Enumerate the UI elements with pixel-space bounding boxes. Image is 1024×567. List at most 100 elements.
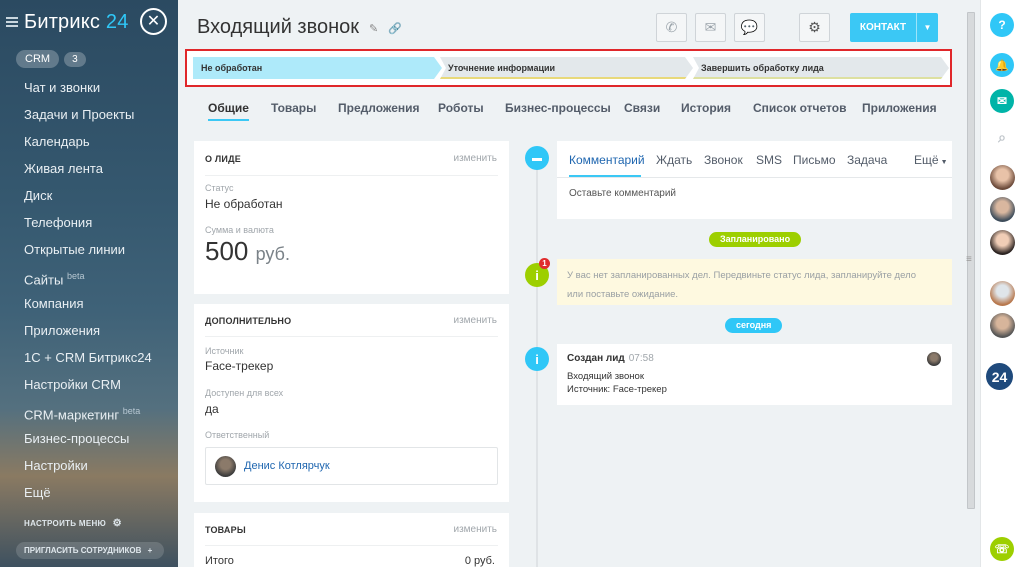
sidebar-item-label: Компания [24,296,84,311]
sidebar-item[interactable]: Настройки [0,452,178,479]
sidebar-item[interactable]: Настройки CRM [0,371,178,398]
menu-icon[interactable] [6,17,18,27]
sidebar-item-crm[interactable]: CRM 3 [0,44,178,74]
tab-reports[interactable]: Список отчетов [753,101,846,115]
sidebar-item-label: Задачи и Проекты [24,107,135,122]
beta-badge: beta [122,406,141,416]
bell-icon[interactable]: 🔔 [990,53,1014,77]
responsible-label: Ответственный [205,430,270,440]
sidebar-item[interactable]: Компания [0,290,178,317]
chat-button[interactable]: 💬 [734,13,765,42]
messenger-icon[interactable]: ✉ [990,89,1014,113]
sum-label: Сумма и валюта [205,225,274,235]
comment-input[interactable]: Оставьте комментарий [569,188,676,199]
tab-apps[interactable]: Приложения [862,101,937,115]
sum-value: 500 руб. [205,236,290,267]
avatar[interactable] [990,281,1015,306]
sidebar-item[interactable]: Бизнес-процессы [0,425,178,452]
close-icon[interactable]: ✕ [140,8,167,35]
stage-not-processed[interactable]: Не обработан [193,57,442,79]
email-button[interactable]: ✉ [695,13,726,42]
sidebar-item[interactable]: Открытые линии [0,236,178,263]
divider [205,545,498,546]
pencil-icon[interactable]: ✎ [369,22,378,35]
logo-text: Битрикс [24,10,101,33]
tab-history[interactable]: История [681,101,731,115]
tab-email[interactable]: Письмо [793,153,836,167]
tab-products[interactable]: Товары [271,101,316,115]
sidebar-item[interactable]: Календарь [0,128,178,155]
avatar[interactable] [990,230,1015,255]
timeline-event[interactable]: Создан лид 07:58 Входящий звонок Источник… [557,344,952,405]
search-icon[interactable]: ⌕ [990,125,1014,149]
edit-link[interactable]: изменить [453,315,497,326]
tab-task[interactable]: Задача [847,153,887,167]
tab-more[interactable]: Ещё ▼ [914,153,948,167]
sidebar-item-label: Ещё [24,485,51,500]
source-label: Источник [205,346,244,356]
settings-button[interactable]: ⚙ [799,13,830,42]
sidebar-item[interactable]: Приложения [0,317,178,344]
tab-relations[interactable]: Связи [624,101,660,115]
bitrix24-icon[interactable]: 24 [986,363,1013,390]
tab-comment[interactable]: Комментарий [569,153,645,167]
stage-clarification[interactable]: Уточнение информации [440,57,693,79]
no-planned-notice: У вас нет запланированных дел. Передвинь… [557,259,952,305]
sidebar-item[interactable]: Диск [0,182,178,209]
avatar[interactable] [990,313,1015,338]
sum-amount: 500 [205,236,249,266]
sidebar-item[interactable]: 1С + CRM Битрикс24 [0,344,178,371]
sidebar-item-label: Живая лента [24,161,103,176]
sidebar-item[interactable]: Сайты beta [0,263,178,290]
sidebar-item[interactable]: Чат и звонки [0,74,178,101]
sidebar-item[interactable]: CRM-маркетинг beta [0,398,178,425]
sidebar-item-label: CRM-маркетинг [24,407,120,423]
sidebar-item-label: Настройки CRM [24,377,121,392]
avatar[interactable] [990,165,1015,190]
responsible-box[interactable]: Денис Котлярчук [205,447,498,485]
stage-finish[interactable]: Завершить обработку лида [693,57,949,79]
edit-link[interactable]: изменить [453,153,497,164]
chevron-down-icon[interactable]: ▼ [916,13,938,42]
sidebar-item-label: Открытые линии [24,242,126,257]
resize-handle-icon[interactable]: ≡ [966,254,972,265]
tab-offers[interactable]: Предложения [338,101,420,115]
sidebar-item[interactable]: Ещё [0,479,178,506]
chat-icon: 💬 [740,19,759,35]
sidebar-item-label: Телефония [24,215,93,230]
link-icon[interactable]: 🔗 [388,22,402,35]
invite-label: ПРИГЛАСИТЬ СОТРУДНИКОВ [24,546,142,555]
comment-icon: ▬ [525,146,549,170]
responsible-name[interactable]: Денис Котлярчук [244,460,330,472]
sidebar-item-label: Диск [24,188,53,203]
status-value: Не обработан [205,197,283,211]
tab-sms[interactable]: SMS [756,153,782,167]
tab-wait[interactable]: Ждать [656,153,692,167]
sidebar-item[interactable]: Телефония [0,209,178,236]
sidebar-item[interactable]: Живая лента [0,155,178,182]
tab-robots[interactable]: Роботы [438,101,484,115]
avatar[interactable] [990,197,1015,222]
divider [557,177,952,178]
avatar [927,352,941,366]
tab-call[interactable]: Звонок [704,153,743,167]
lead-info-card: О ЛИДЕ изменить Статус Не обработан Сумм… [194,141,509,294]
products-card: ТОВАРЫ изменить Итого 0 руб. [194,513,509,567]
sidebar-item-label: Приложения [24,323,101,338]
tab-business-processes[interactable]: Бизнес-процессы [505,101,611,115]
sidebar-item[interactable]: Задачи и Проекты [0,101,178,128]
event-time: 07:58 [628,353,654,364]
additional-card: ДОПОЛНИТЕЛЬНО изменить Источник Face-тре… [194,304,509,502]
contact-button[interactable]: КОНТАКТ ▼ [850,13,938,42]
logo[interactable]: Битрикс 24 [24,11,129,34]
total-label: Итого [205,555,234,567]
help-icon[interactable]: ? [990,13,1014,37]
configure-menu-link[interactable]: НАСТРОИТЬ МЕНЮ ⚙ [0,514,178,534]
source-value: Face-трекер [205,359,274,373]
tab-general[interactable]: Общие [208,101,249,121]
call-button[interactable]: ✆ [656,13,687,42]
status-label: Статус [205,183,234,193]
phone-icon[interactable]: ☏ [990,537,1014,561]
edit-link[interactable]: изменить [453,524,497,535]
invite-button[interactable]: ПРИГЛАСИТЬ СОТРУДНИКОВ + [16,542,164,559]
